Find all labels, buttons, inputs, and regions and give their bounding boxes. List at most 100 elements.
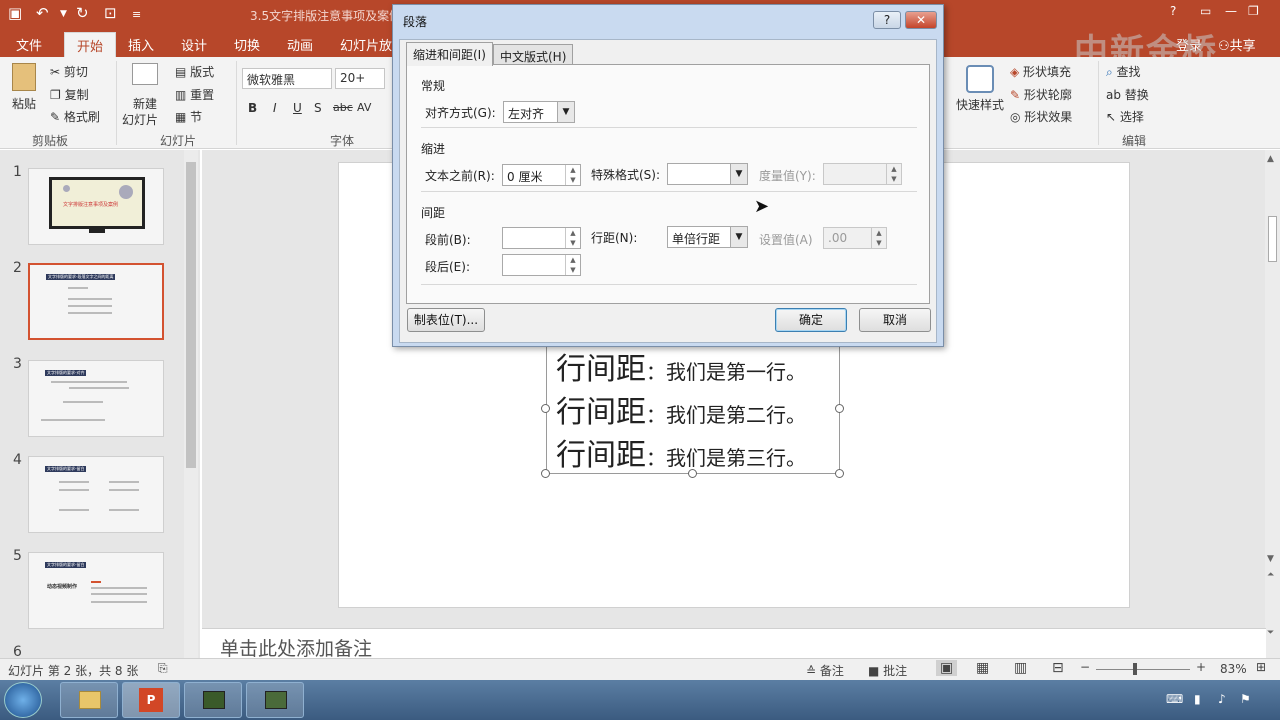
tab-insert[interactable]: 插入	[128, 35, 154, 54]
ok-button[interactable]: 确定	[775, 308, 847, 332]
find-button[interactable]: ⌕ 查找	[1106, 63, 1141, 80]
tab-file[interactable]: 文件	[16, 35, 42, 54]
taskbar-app-3[interactable]	[184, 682, 242, 718]
notes-pane[interactable]: 单击此处添加备注	[202, 628, 1266, 660]
space-before-input[interactable]: ▲ ▼	[502, 227, 581, 249]
format-painter-button[interactable]: ✎ 格式刷	[50, 108, 100, 125]
proofing-icon[interactable]: ⎘	[158, 661, 168, 676]
text-box-content[interactable]: 行间距：我们是第一行。 行间距：我们是第二行。 行间距：我们是第三行。	[556, 351, 806, 480]
presentation-icon[interactable]: ⊡	[104, 4, 117, 22]
dialog-help-button[interactable]: ?	[873, 11, 901, 29]
keyboard-icon[interactable]: ⌨	[1166, 692, 1183, 706]
shape-outline-button[interactable]: ✎ 形状轮廓	[1010, 86, 1072, 103]
slide-thumbnail-5[interactable]: 文字排版的要求-留白 动态视频制作	[28, 552, 164, 629]
spinner-icon[interactable]: ▲ ▼	[871, 228, 886, 248]
spinner-icon[interactable]: ▲ ▼	[886, 164, 901, 184]
dialog-close-button[interactable]: ✕	[905, 11, 937, 29]
select-button[interactable]: ↖ 选择	[1106, 108, 1144, 125]
spinner-icon[interactable]: ▲ ▼	[565, 255, 580, 275]
shape-effects-button[interactable]: ◎ 形状效果	[1010, 108, 1072, 125]
resize-handle[interactable]	[541, 404, 550, 413]
share-button[interactable]: ⚇共享	[1218, 35, 1256, 54]
bold-button[interactable]: B	[248, 101, 257, 115]
customize-qa-icon[interactable]: ≡	[132, 8, 141, 21]
zoom-in-icon[interactable]: +	[1196, 660, 1206, 674]
normal-view-icon[interactable]: ▣	[936, 660, 958, 676]
slide-thumbnail-4[interactable]: 文字排版的要求-留白	[28, 456, 164, 533]
undo-icon[interactable]: ↶	[36, 4, 49, 22]
scroll-down-icon[interactable]: ▼	[1267, 554, 1274, 564]
paste-button[interactable]: 粘贴	[12, 95, 36, 112]
zoom-level[interactable]: 83%	[1220, 662, 1247, 676]
slide-thumbnail-1[interactable]: 文字排版注意事项及案例	[28, 168, 164, 245]
zoom-slider[interactable]	[1096, 669, 1190, 670]
underline-button[interactable]: U	[293, 101, 302, 115]
help-icon[interactable]: ?	[1170, 4, 1176, 18]
reading-view-icon[interactable]: ▥	[1014, 660, 1027, 676]
alignment-select[interactable]: 左对齐 ▼	[503, 101, 575, 123]
ribbon-display-icon[interactable]: ▭	[1200, 4, 1211, 18]
zoom-out-icon[interactable]: −	[1080, 660, 1090, 674]
special-format-select[interactable]: ▼	[667, 163, 748, 185]
resize-handle[interactable]	[541, 469, 550, 478]
thumbnails-scrollbar[interactable]	[184, 150, 198, 658]
resize-handle[interactable]	[835, 469, 844, 478]
scroll-thumb[interactable]	[186, 162, 196, 468]
set-value-input[interactable]: .00 ▲ ▼	[823, 227, 887, 249]
slideshow-view-icon[interactable]: ⊟	[1052, 660, 1064, 676]
taskbar-powerpoint[interactable]: P	[122, 682, 180, 718]
tray-flag-icon[interactable]: ⚑	[1240, 692, 1251, 706]
scroll-thumb[interactable]	[1268, 216, 1277, 262]
font-name-select[interactable]: 微软雅黑	[242, 68, 332, 89]
editor-scrollbar[interactable]: ▲ ▼ ⏶ ⏷	[1265, 150, 1280, 658]
tabs-button[interactable]: 制表位(T)...	[407, 308, 485, 332]
resize-handle[interactable]	[688, 469, 697, 478]
tab-indent-spacing[interactable]: 缩进和间距(I)	[406, 42, 493, 66]
tab-design[interactable]: 设计	[181, 35, 207, 54]
space-after-input[interactable]: ▲ ▼	[502, 254, 581, 276]
next-slide-icon[interactable]: ⏷	[1267, 628, 1274, 638]
section-button[interactable]: ▦ 节	[175, 108, 202, 125]
zoom-slider-thumb[interactable]	[1133, 663, 1137, 675]
network-icon[interactable]: ▮	[1194, 692, 1201, 706]
chevron-down-icon[interactable]: ▼	[60, 9, 67, 19]
font-size-select[interactable]: 20+	[335, 68, 385, 89]
redo-icon[interactable]: ↻	[76, 4, 89, 22]
save-icon[interactable]: ▣	[8, 4, 22, 22]
notes-toggle[interactable]: ≙ 备注	[806, 662, 844, 679]
shape-fill-button[interactable]: ◈ 形状填充	[1010, 63, 1071, 80]
spinner-icon[interactable]: ▲ ▼	[565, 165, 580, 185]
layout-button[interactable]: ▤ 版式	[175, 63, 214, 80]
line-spacing-select[interactable]: 单倍行距 ▼	[667, 226, 748, 248]
before-text-input[interactable]: 0 厘米 ▲ ▼	[502, 164, 581, 186]
tab-home[interactable]: 开始	[64, 32, 117, 57]
char-spacing-button[interactable]: AV	[357, 101, 371, 114]
minimize-icon[interactable]: —	[1225, 4, 1237, 18]
tab-animations[interactable]: 动画	[287, 35, 313, 54]
sorter-view-icon[interactable]: ▦	[976, 660, 989, 676]
tab-transitions[interactable]: 切换	[234, 35, 260, 54]
slide-thumbnail-2[interactable]: 文字排版的要求-段落文字之间的距离	[28, 263, 164, 340]
copy-button[interactable]: ❐ 复制	[50, 86, 89, 103]
strikethrough-button[interactable]: abc	[333, 101, 353, 114]
spinner-icon[interactable]: ▲ ▼	[565, 228, 580, 248]
italic-button[interactable]: I	[273, 101, 277, 115]
cancel-button[interactable]: 取消	[859, 308, 931, 332]
tab-chinese-typography[interactable]: 中文版式(H)	[493, 44, 574, 66]
measure-input[interactable]: ▲ ▼	[823, 163, 902, 185]
taskbar-explorer[interactable]	[60, 682, 118, 718]
volume-icon[interactable]: ♪	[1218, 692, 1226, 706]
maximize-icon[interactable]: ❐	[1248, 4, 1259, 18]
taskbar-app-4[interactable]	[246, 682, 304, 718]
reset-button[interactable]: ▥ 重置	[175, 86, 214, 103]
fit-slide-icon[interactable]: ⊞	[1256, 660, 1266, 674]
slide-thumbnail-3[interactable]: 文字排版的要求-对齐	[28, 360, 164, 437]
start-button[interactable]	[4, 682, 42, 718]
new-slide-button[interactable]: 新建	[133, 95, 157, 112]
prev-slide-icon[interactable]: ⏶	[1267, 570, 1274, 580]
resize-handle[interactable]	[835, 404, 844, 413]
shadow-button[interactable]: S	[314, 101, 322, 115]
comments-toggle[interactable]: ■ 批注	[868, 662, 907, 679]
scroll-up-icon[interactable]: ▲	[1267, 154, 1274, 164]
cut-button[interactable]: ✂ 剪切	[50, 63, 88, 80]
